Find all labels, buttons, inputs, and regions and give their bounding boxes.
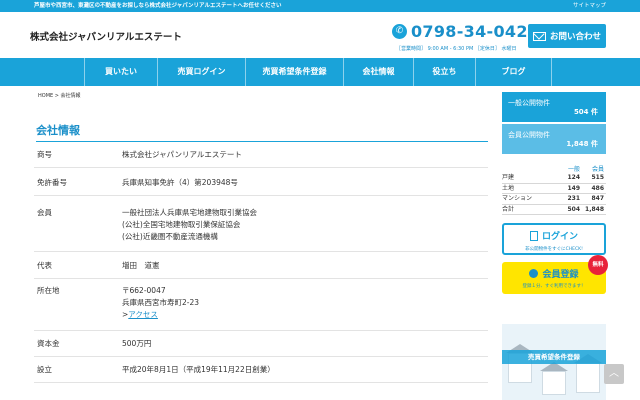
- main-nav: 買いたい 売買ログイン 売買希望条件登録 会社情報 役立ち ブログ: [0, 58, 640, 86]
- row-value: (公社)近畿圏不動産流通機構: [122, 232, 218, 241]
- free-badge: 無料: [588, 255, 608, 275]
- table-row: 免許番号 兵庫県知事免許（4）第203948号: [34, 168, 488, 196]
- stats-general: 124: [567, 174, 580, 181]
- row-label: 免許番号: [37, 178, 67, 187]
- nav-item-buy[interactable]: 買いたい: [84, 58, 158, 86]
- row-value: 株式会社ジャパンリアルエステート: [122, 150, 242, 159]
- nav-item-login[interactable]: 売買ログイン: [158, 58, 246, 86]
- row-label: 所在地: [37, 286, 60, 295]
- house-illustration: [576, 363, 600, 393]
- row-value: 一般社団法人兵庫県宅地建物取引業協会: [122, 208, 257, 217]
- company-logo[interactable]: 株式会社ジャパンリアルエステート: [30, 29, 182, 43]
- general-listings-count: 504 件: [573, 108, 598, 116]
- scroll-to-top-button[interactable]: ︿: [604, 364, 624, 384]
- contact-button-label: お問い合わせ: [549, 32, 601, 42]
- row-label: 設立: [37, 365, 52, 374]
- register-button[interactable]: 会員登録 登録１分、すぐ利用できます！ 無料: [502, 255, 608, 294]
- stats-row: 戸建 124 515: [502, 173, 606, 184]
- stats-row: マンション 231 847: [502, 194, 606, 205]
- row-value: 500万円: [122, 339, 152, 348]
- top-bar: 芦屋市や西宮市、東灘区の不動産をお探しなら株式会社ジャパンリアルエステートへお任…: [0, 0, 640, 12]
- mail-icon: [532, 31, 546, 41]
- phone-icon: ✆: [392, 23, 407, 39]
- stats-general: 149: [567, 184, 580, 192]
- stats-row: 合計 504 1,848: [502, 205, 606, 215]
- row-value: 兵庫県西宮市寿町2-23: [122, 298, 200, 307]
- login-button-label: ログイン: [541, 232, 578, 242]
- contact-button[interactable]: お問い合わせ: [528, 24, 606, 48]
- login-button-sub: 非公開物件をすぐにCHECK!: [525, 246, 583, 252]
- company-info-table: 商号 株式会社ジャパンリアルエステート 免許番号 兵庫県知事免許（4）第2039…: [34, 140, 488, 383]
- stats-general: 231: [567, 195, 580, 202]
- general-listings-box[interactable]: 一般公開物件 504 件: [502, 92, 606, 122]
- stats-header-general: 一般: [567, 166, 580, 173]
- tagline: 芦屋市や西宮市、東灘区の不動産をお探しなら株式会社ジャパンリアルエステートへお任…: [34, 3, 282, 9]
- stats-label: マンション: [502, 195, 533, 202]
- register-button-label: 会員登録: [542, 270, 579, 280]
- page-title: 会社情報: [36, 122, 488, 142]
- row-label: 代表: [37, 261, 52, 270]
- register-button-sub: 登録１分、すぐ利用できます！: [522, 284, 586, 289]
- stats-row: 土地 149 486: [502, 184, 606, 194]
- member-listings-count: 1,848 件: [566, 140, 598, 148]
- stats-header-member: 会員: [591, 166, 604, 173]
- stats-label: 合計: [502, 205, 515, 213]
- stats-label: 土地: [502, 184, 515, 192]
- row-value: 兵庫県知事免許（4）第203948号: [122, 178, 238, 187]
- access-link[interactable]: アクセス: [128, 310, 158, 319]
- header: 株式会社ジャパンリアルエステート ✆ 0798-34-0424 ［営業時間］ 9…: [0, 12, 640, 58]
- stats-member: 847: [591, 195, 604, 202]
- person-icon: [529, 269, 539, 278]
- table-row: 資本金 500万円: [34, 331, 488, 357]
- row-label: 会員: [37, 208, 52, 217]
- listing-stats: 一般 会員 戸建 124 515 土地 149 486 マンション 231 84…: [502, 164, 606, 215]
- stats-label: 戸建: [502, 174, 515, 181]
- row-value: (公社)全国宅地建物取引業保証協会: [122, 220, 241, 229]
- table-row: 設立 平成20年8月1日（平成19年11月22日創業）: [34, 357, 488, 383]
- general-listings-label: 一般公開物件: [508, 99, 550, 107]
- door-icon: [529, 230, 538, 241]
- stats-member: 515: [591, 174, 604, 181]
- table-row: 商号 株式会社ジャパンリアルエステート: [34, 140, 488, 168]
- table-row: 会員 一般社団法人兵庫県宅地建物取引業協会 (公社)全国宅地建物取引業保証協会 …: [34, 196, 488, 252]
- house-illustration: [542, 371, 566, 395]
- nav-item-useful[interactable]: 役立ち: [414, 58, 476, 86]
- phone-block[interactable]: ✆ 0798-34-0424: [392, 22, 539, 41]
- condition-register-banner[interactable]: 売買希望条件登録: [502, 324, 606, 400]
- nav-item-blog[interactable]: ブログ: [476, 58, 552, 86]
- row-value: 平成20年8月1日（平成19年11月22日創業）: [122, 365, 275, 374]
- sitemap-link[interactable]: サイトマップ: [573, 0, 606, 12]
- phone-number[interactable]: 0798-34-0424: [411, 22, 539, 41]
- stats-member: 1,848: [585, 205, 604, 213]
- row-label: 商号: [37, 150, 52, 159]
- business-hours: ［営業時間］ 9:00 AM - 6:30 PM ［定休日］ 水曜日: [396, 46, 517, 52]
- nav-item-condition-register[interactable]: 売買希望条件登録: [246, 58, 344, 86]
- login-button[interactable]: ログイン 非公開物件をすぐにCHECK!: [502, 223, 606, 255]
- row-label: 資本金: [37, 339, 60, 348]
- stats-member: 486: [591, 184, 604, 192]
- row-value: 増田 道憲: [122, 261, 160, 270]
- member-listings-label: 会員公開物件: [508, 131, 550, 139]
- stats-general: 504: [567, 205, 580, 213]
- table-row: 所在地 〒662-0047 兵庫県西宮市寿町2-23 >アクセス: [34, 279, 488, 331]
- breadcrumb[interactable]: HOME > 会社情報: [38, 92, 81, 99]
- sidebar: 一般公開物件 504 件 会員公開物件 1,848 件 一般 会員 戸建 124…: [502, 92, 608, 294]
- table-row: 代表 増田 道憲: [34, 252, 488, 279]
- chevron-up-icon: ︿: [609, 368, 619, 379]
- banner-label: 売買希望条件登録: [502, 350, 606, 364]
- nav-item-company[interactable]: 会社情報: [344, 58, 414, 86]
- member-listings-box[interactable]: 会員公開物件 1,848 件: [502, 124, 606, 154]
- row-value: 〒662-0047: [122, 286, 166, 295]
